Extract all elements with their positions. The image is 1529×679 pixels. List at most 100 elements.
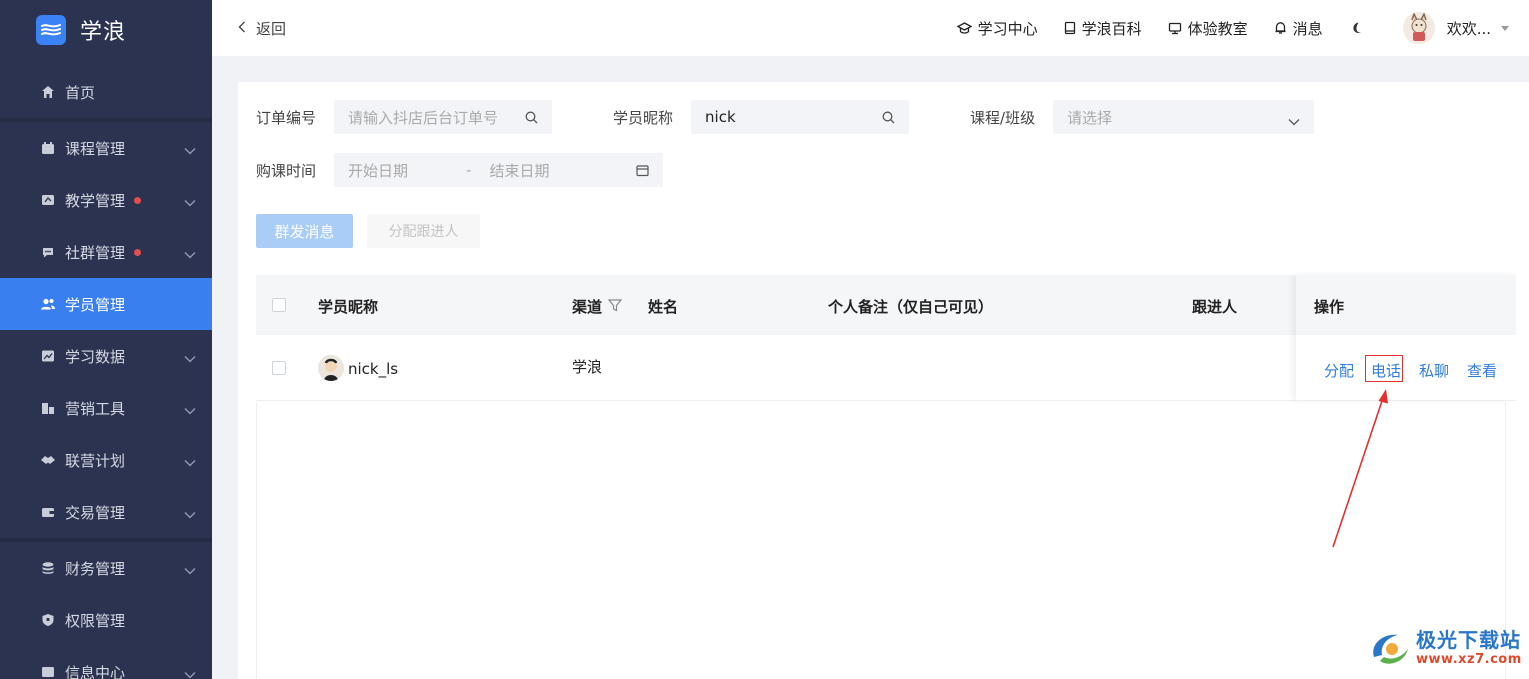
sidebar-item-trade[interactable]: 交易管理: [0, 486, 212, 538]
phone-highlight-box: [1365, 355, 1403, 382]
select-all-checkbox[interactable]: [272, 298, 286, 312]
sidebar-item-label: 课程管理: [65, 139, 126, 158]
search-icon[interactable]: [882, 110, 895, 128]
nav-learning-center[interactable]: 学习中心: [956, 18, 1038, 39]
order-number-placeholder: 请输入抖店后台订单号: [348, 108, 499, 127]
header-channel: 渠道: [572, 298, 603, 316]
filter-row-2: 购课时间 开始日期 - 结束日期: [256, 153, 664, 187]
assign-link[interactable]: 分配: [1324, 360, 1354, 381]
teach-icon: [40, 192, 56, 208]
student-channel: 学浪: [572, 358, 603, 376]
sidebar-item-label: 信息中心: [65, 663, 126, 679]
sidebar-item-home[interactable]: 首页: [0, 66, 212, 118]
sidebar-item-info-center[interactable]: 信息中心: [0, 646, 212, 679]
chart-icon: [40, 348, 56, 364]
students-table: 学员昵称 渠道 姓名 个人备注（仅自己可见） 跟进人 操作 nick_ls 学浪…: [256, 275, 1516, 401]
topbar: 返回 学习中心 学浪百科 体验教室 消息 欢欢...: [212, 0, 1529, 56]
student-avatar: [318, 355, 344, 381]
order-number-input[interactable]: 请输入抖店后台订单号: [334, 100, 553, 134]
message-icon: [40, 664, 56, 679]
chevron-down-icon: [184, 401, 196, 419]
assign-follower-button[interactable]: 分配跟进人: [367, 214, 480, 248]
view-link[interactable]: 查看: [1467, 360, 1497, 381]
sidebar-item-label: 首页: [65, 83, 96, 102]
community-icon: [40, 244, 56, 260]
broadcast-message-button[interactable]: 群发消息: [256, 214, 353, 248]
sidebar-item-teaching[interactable]: 教学管理: [0, 174, 212, 226]
nav-encyclopedia[interactable]: 学浪百科: [1064, 18, 1142, 39]
nav-trial-classroom[interactable]: 体验教室: [1168, 18, 1248, 39]
chevron-down-icon: [184, 505, 196, 523]
chevron-down-icon: [1288, 112, 1300, 130]
table-row: nick_ls 学浪 分配 电话 私聊 查看: [256, 335, 1516, 401]
start-date-placeholder[interactable]: 开始日期: [348, 160, 408, 181]
watermark-text: 极光下载站 www.xz7.com: [1416, 630, 1522, 666]
sidebar-item-label: 交易管理: [65, 503, 126, 522]
course-class-select[interactable]: 请选择: [1053, 100, 1315, 134]
sidebar-item-label: 联营计划: [65, 451, 126, 470]
sidebar-item-finance[interactable]: 财务管理: [0, 542, 212, 594]
header-ops: 操作: [1314, 298, 1345, 316]
back-button[interactable]: 返回: [238, 18, 286, 39]
chevron-down-icon: [184, 141, 196, 159]
course-class-placeholder: 请选择: [1067, 108, 1113, 127]
user-name: 欢欢...: [1446, 19, 1491, 38]
header-nickname: 学员昵称: [318, 298, 379, 316]
chevron-down-icon: [184, 245, 196, 263]
marketing-icon: [40, 400, 56, 416]
wallet-icon: [40, 504, 56, 520]
chevron-left-icon: [238, 19, 246, 37]
user-menu[interactable]: 欢欢...: [1402, 12, 1509, 44]
dark-mode-toggle[interactable]: [1349, 21, 1369, 35]
sidebar-item-marketing[interactable]: 营销工具: [0, 382, 212, 434]
sidebar-item-label: 教学管理: [65, 191, 126, 210]
sidebar-item-students[interactable]: 学员管理: [0, 278, 212, 330]
end-date-placeholder[interactable]: 结束日期: [489, 160, 549, 181]
filter-row-1: 订单编号 请输入抖店后台订单号 学员昵称 nick 课程/班级 请选择: [256, 100, 1315, 134]
watermark-logo-icon: [1368, 627, 1412, 669]
nav-label: 消息: [1292, 19, 1323, 38]
sidebar-item-label: 学习数据: [65, 347, 126, 366]
search-icon[interactable]: [525, 110, 538, 128]
sidebar-item-label: 社群管理: [65, 243, 126, 262]
chevron-down-icon: [184, 349, 196, 367]
content-panel: 订单编号 请输入抖店后台订单号 学员昵称 nick 课程/班级 请选择 购课时间…: [238, 82, 1529, 679]
brand[interactable]: 学浪: [0, 0, 212, 60]
notification-dot: [134, 196, 142, 204]
nav-label: 体验教室: [1187, 19, 1248, 38]
nickname-input[interactable]: nick: [691, 100, 910, 134]
student-nickname: nick_ls: [348, 360, 399, 378]
watermark-name: 极光下载站: [1416, 628, 1521, 652]
watermark: 极光下载站 www.xz7.com: [1368, 627, 1522, 669]
students-icon: [40, 296, 56, 312]
finance-icon: [40, 560, 56, 576]
nav-messages[interactable]: 消息: [1274, 18, 1323, 39]
course-class-label: 课程/班级: [970, 108, 1036, 127]
row-checkbox[interactable]: [272, 361, 286, 375]
filter-icon[interactable]: [607, 298, 623, 316]
chevron-down-icon: [184, 453, 196, 471]
nickname-label: 学员昵称: [613, 108, 674, 127]
sidebar-item-learning-data[interactable]: 学习数据: [0, 330, 212, 382]
sidebar-item-permissions[interactable]: 权限管理: [0, 594, 212, 646]
sidebar: 学浪 首页 课程管理 教学管理 社群管理 学员管理 学习数据 营销工具 联营计划: [0, 0, 212, 679]
sidebar-item-partner-plan[interactable]: 联营计划: [0, 434, 212, 486]
date-range-picker[interactable]: 开始日期 - 结束日期: [334, 153, 664, 187]
table-left-border: [256, 402, 257, 679]
moon-icon: [1353, 22, 1361, 34]
nickname-value: nick: [705, 108, 736, 126]
top-nav: 学习中心 学浪百科 体验教室 消息 欢欢...: [956, 0, 1529, 56]
sidebar-item-community[interactable]: 社群管理: [0, 226, 212, 278]
caret-down-icon: [1501, 20, 1509, 36]
nav-label: 学浪百科: [1081, 19, 1142, 38]
chevron-down-icon: [184, 665, 196, 679]
bell-icon: [1275, 22, 1286, 34]
course-icon: [40, 140, 56, 156]
brand-name: 学浪: [80, 20, 127, 45]
user-avatar: [1402, 12, 1435, 44]
watermark-url: www.xz7.com: [1416, 652, 1522, 667]
shield-icon: [40, 612, 56, 628]
header-follower: 跟进人: [1192, 298, 1238, 316]
private-chat-link[interactable]: 私聊: [1419, 360, 1449, 381]
sidebar-item-course[interactable]: 课程管理: [0, 122, 212, 174]
